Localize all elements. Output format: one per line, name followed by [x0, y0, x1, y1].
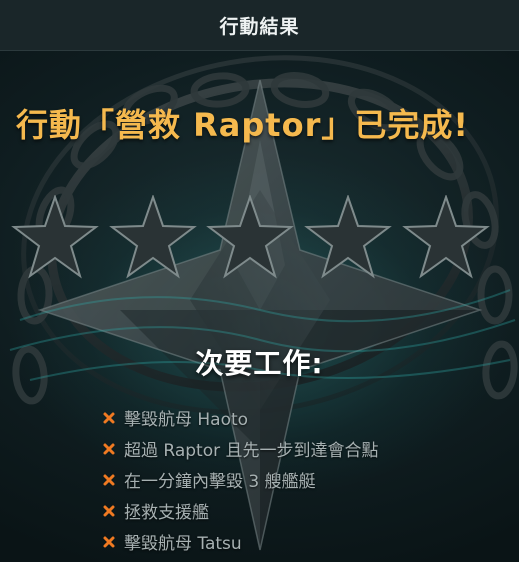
- screen-title: 行動結果: [219, 15, 300, 38]
- star-icon: [304, 195, 392, 279]
- header-bar: 行動結果: [0, 0, 519, 51]
- secondary-objectives: 次要工作: 擊毀航母 Haoto 超過 Raptor 且先一步到達會合點 在一分…: [0, 342, 519, 554]
- x-icon: [102, 535, 116, 549]
- x-icon: [102, 411, 116, 425]
- objective-label: 在一分鐘內擊毀 3 艘艦艇: [124, 472, 316, 492]
- rating-stars: [11, 195, 490, 279]
- secondary-objectives-title: 次要工作:: [195, 347, 324, 380]
- objective-list: 擊毀航母 Haoto 超過 Raptor 且先一步到達會合點 在一分鐘內擊毀 3…: [102, 402, 379, 557]
- star-icon: [11, 195, 99, 279]
- x-icon: [102, 442, 116, 456]
- objective-label: 擊毀航母 Haoto: [124, 410, 249, 430]
- star-icon: [206, 195, 294, 279]
- list-item: 拯救支援艦: [102, 495, 379, 526]
- x-icon: [102, 504, 116, 518]
- mission-complete-headline: 行動「營救 Raptor」已完成!: [16, 106, 469, 144]
- list-item: 在一分鐘內擊毀 3 艘艦艇: [102, 464, 379, 495]
- list-item: 超過 Raptor 且先一步到達會合點: [102, 433, 379, 464]
- x-icon: [102, 473, 116, 487]
- objective-label: 拯救支援艦: [124, 503, 209, 523]
- list-item: 擊毀航母 Tatsu: [102, 526, 379, 557]
- mission-result-screen: 行動結果 行動「營救 Raptor」已完成! 次要工作: 擊毀航母 Haoto …: [0, 0, 519, 562]
- star-icon: [109, 195, 197, 279]
- objective-label: 擊毀航母 Tatsu: [124, 534, 242, 554]
- list-item: 擊毀航母 Haoto: [102, 402, 379, 433]
- objective-label: 超過 Raptor 且先一步到達會合點: [124, 441, 379, 461]
- star-icon: [402, 195, 490, 279]
